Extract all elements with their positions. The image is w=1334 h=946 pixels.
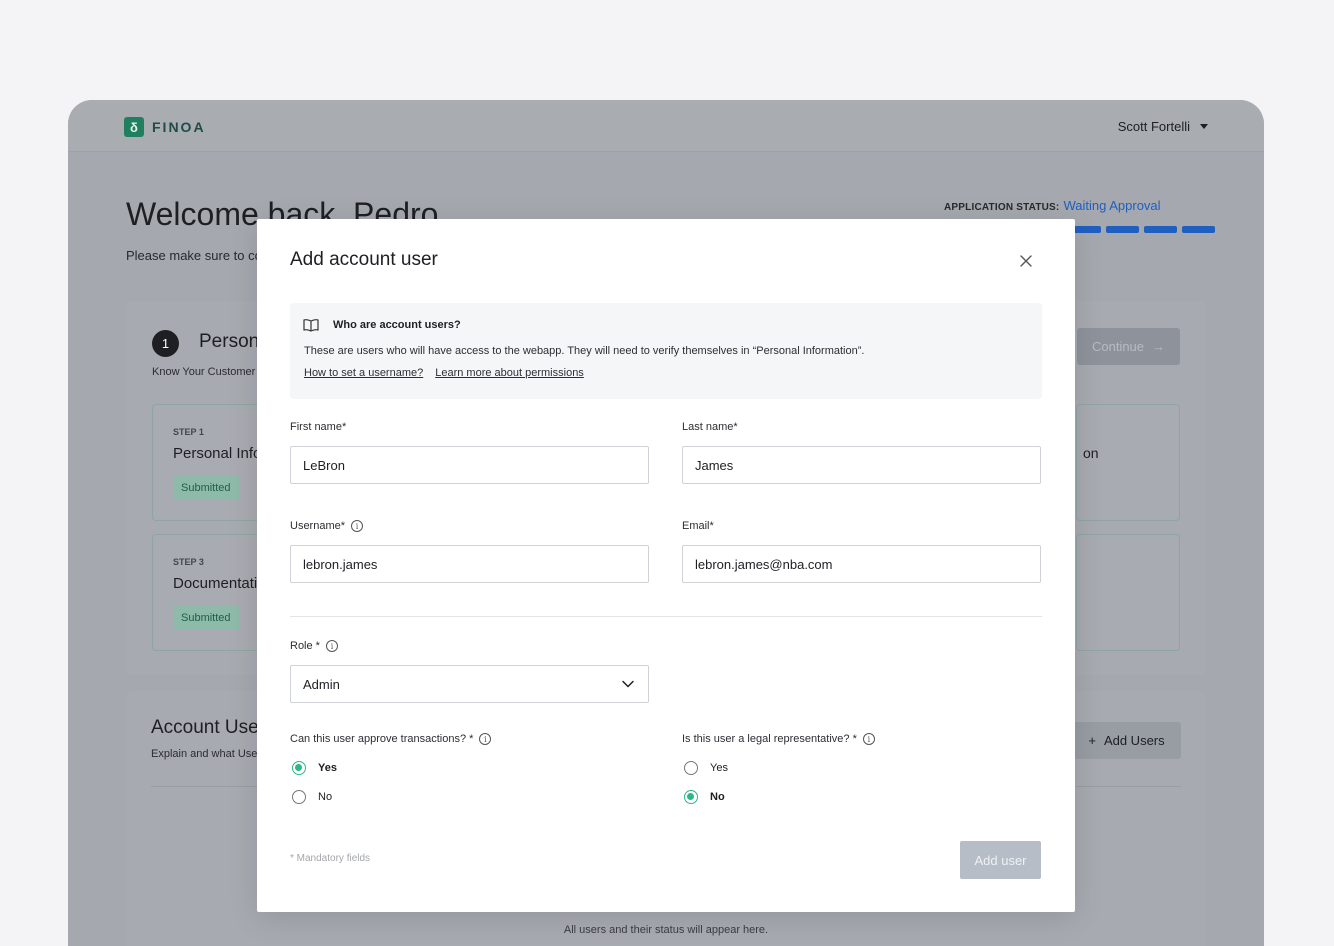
step-title-fragment: on: [1083, 445, 1099, 461]
legal-yes-radio[interactable]: Yes: [684, 761, 728, 775]
radio-unchecked-icon: [292, 790, 306, 804]
status-badge: Submitted: [173, 606, 239, 630]
mandatory-note: * Mandatory fields: [290, 853, 371, 864]
user-name: Scott Fortelli: [1117, 119, 1190, 134]
radio-label: No: [318, 791, 333, 803]
email-label-text: Email*: [682, 520, 714, 532]
role-label: Role * i: [290, 640, 338, 652]
caret-down-icon: [1200, 124, 1208, 129]
progress-segment: [1144, 226, 1177, 233]
section-title: Person: [199, 331, 260, 352]
status-label: APPLICATION STATUS:: [944, 202, 1060, 213]
step-card[interactable]: [1076, 534, 1180, 651]
user-menu[interactable]: Scott Fortelli: [1118, 119, 1208, 134]
radio-label: No: [710, 791, 725, 803]
step-title: Personal Info: [173, 445, 262, 462]
status-value: Waiting Approval: [1063, 198, 1161, 213]
top-bar: δ FINOA Scott Fortelli: [68, 100, 1264, 152]
section-subtitle: Know Your Customer: [152, 366, 256, 378]
add-users-label: Add Users: [1103, 733, 1165, 748]
progress-segment: [1106, 226, 1139, 233]
welcome-subtitle: Please make sure to co: [126, 248, 262, 263]
step-label: STEP 1: [173, 427, 204, 437]
modal-title: Add account user: [290, 249, 438, 270]
approve-transactions-label: Can this user approve transactions? * i: [290, 733, 492, 745]
step-label: STEP 3: [173, 557, 204, 567]
last-name-label-text: Last name*: [682, 421, 738, 433]
brand-name: FINOA: [152, 119, 206, 135]
approve-no-radio[interactable]: No: [292, 790, 332, 804]
status-badge: Submitted: [173, 476, 239, 500]
info-callout: Who are account users? These are users w…: [290, 303, 1042, 399]
username-label-text: Username*: [290, 520, 346, 532]
radio-label: Yes: [710, 762, 728, 774]
first-name-label-text: First name*: [290, 421, 347, 433]
username-help-link[interactable]: How to set a username?: [304, 367, 423, 379]
book-icon: [303, 319, 319, 332]
logo-mark-icon: δ: [124, 117, 144, 137]
info-icon[interactable]: i: [479, 733, 492, 745]
info-icon[interactable]: i: [325, 640, 338, 652]
add-user-button[interactable]: Add user: [960, 841, 1041, 879]
chevron-down-icon: [622, 680, 634, 688]
last-name-label: Last name*: [682, 421, 738, 433]
legal-no-radio[interactable]: No: [684, 790, 725, 804]
arrow-right-icon: →: [1152, 339, 1166, 354]
info-links: How to set a username? Learn more about …: [304, 367, 584, 379]
role-label-text: Role *: [290, 640, 320, 652]
last-name-field[interactable]: [682, 446, 1041, 484]
account-users-title: Account Use: [151, 717, 259, 738]
radio-checked-icon: [292, 761, 306, 775]
status-progress: [1068, 226, 1215, 233]
permissions-link[interactable]: Learn more about permissions: [435, 367, 584, 379]
section-number-badge: 1: [152, 330, 179, 357]
role-selected-value: Admin: [303, 676, 340, 692]
info-text: These are users who will have access to …: [304, 345, 865, 357]
first-name-label: First name*: [290, 421, 346, 433]
application-status: APPLICATION STATUS: Waiting Approval: [944, 198, 1161, 213]
info-heading: Who are account users?: [333, 319, 461, 331]
logo: δ FINOA: [124, 117, 206, 137]
radio-checked-icon: [684, 790, 698, 804]
continue-button[interactable]: Continue →: [1077, 328, 1180, 365]
email-field[interactable]: [682, 545, 1041, 583]
legal-representative-label: Is this user a legal representative? * i: [682, 733, 875, 745]
divider: [290, 616, 1042, 617]
approve-yes-radio[interactable]: Yes: [292, 761, 337, 775]
role-select[interactable]: Admin: [290, 665, 649, 703]
account-users-subtitle: Explain and what Use: [151, 748, 258, 760]
first-name-field[interactable]: [290, 446, 649, 484]
radio-label: Yes: [318, 762, 337, 774]
step-card[interactable]: on: [1076, 404, 1180, 521]
legal-label-text: Is this user a legal representative? *: [682, 733, 857, 745]
close-icon[interactable]: [1017, 252, 1035, 270]
email-label: Email*: [682, 520, 714, 532]
radio-unchecked-icon: [684, 761, 698, 775]
empty-state-note: All users and their status will appear h…: [563, 924, 769, 936]
plus-icon: +: [1088, 733, 1096, 748]
username-field[interactable]: [290, 545, 649, 583]
add-account-user-modal: Add account user Who are account users? …: [257, 219, 1075, 912]
add-users-button[interactable]: + Add Users: [1072, 722, 1181, 759]
approve-label-text: Can this user approve transactions? *: [290, 733, 474, 745]
continue-label: Continue: [1091, 339, 1145, 354]
info-icon[interactable]: i: [862, 733, 875, 745]
username-label: Username* i: [290, 520, 364, 532]
step-title: Documentati: [173, 575, 258, 592]
info-icon[interactable]: i: [351, 520, 364, 532]
progress-segment: [1182, 226, 1215, 233]
info-heading-row: Who are account users?: [303, 318, 461, 332]
